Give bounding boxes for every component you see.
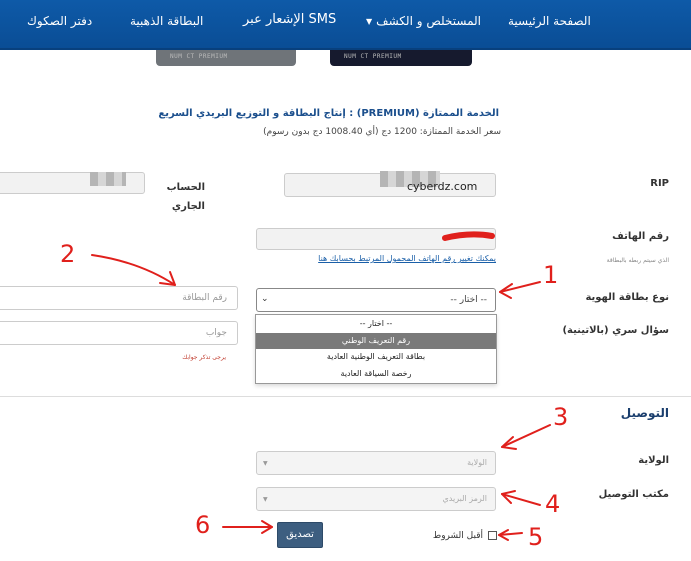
arrow-3 — [501, 424, 551, 448]
annotation-number-2: 2 — [60, 240, 75, 268]
annotation-number-3: 3 — [553, 403, 568, 431]
red-annotations-overlay: 1 2 3 4 5 6 — [60, 231, 568, 551]
arrow-2 — [91, 254, 176, 286]
phone-redaction-scribble — [442, 231, 495, 241]
annotation-number-6: 6 — [195, 511, 210, 539]
annotation-number-4: 4 — [545, 490, 560, 518]
annotation-number-1: 1 — [543, 261, 558, 289]
annotation-number-5: 5 — [528, 523, 543, 551]
